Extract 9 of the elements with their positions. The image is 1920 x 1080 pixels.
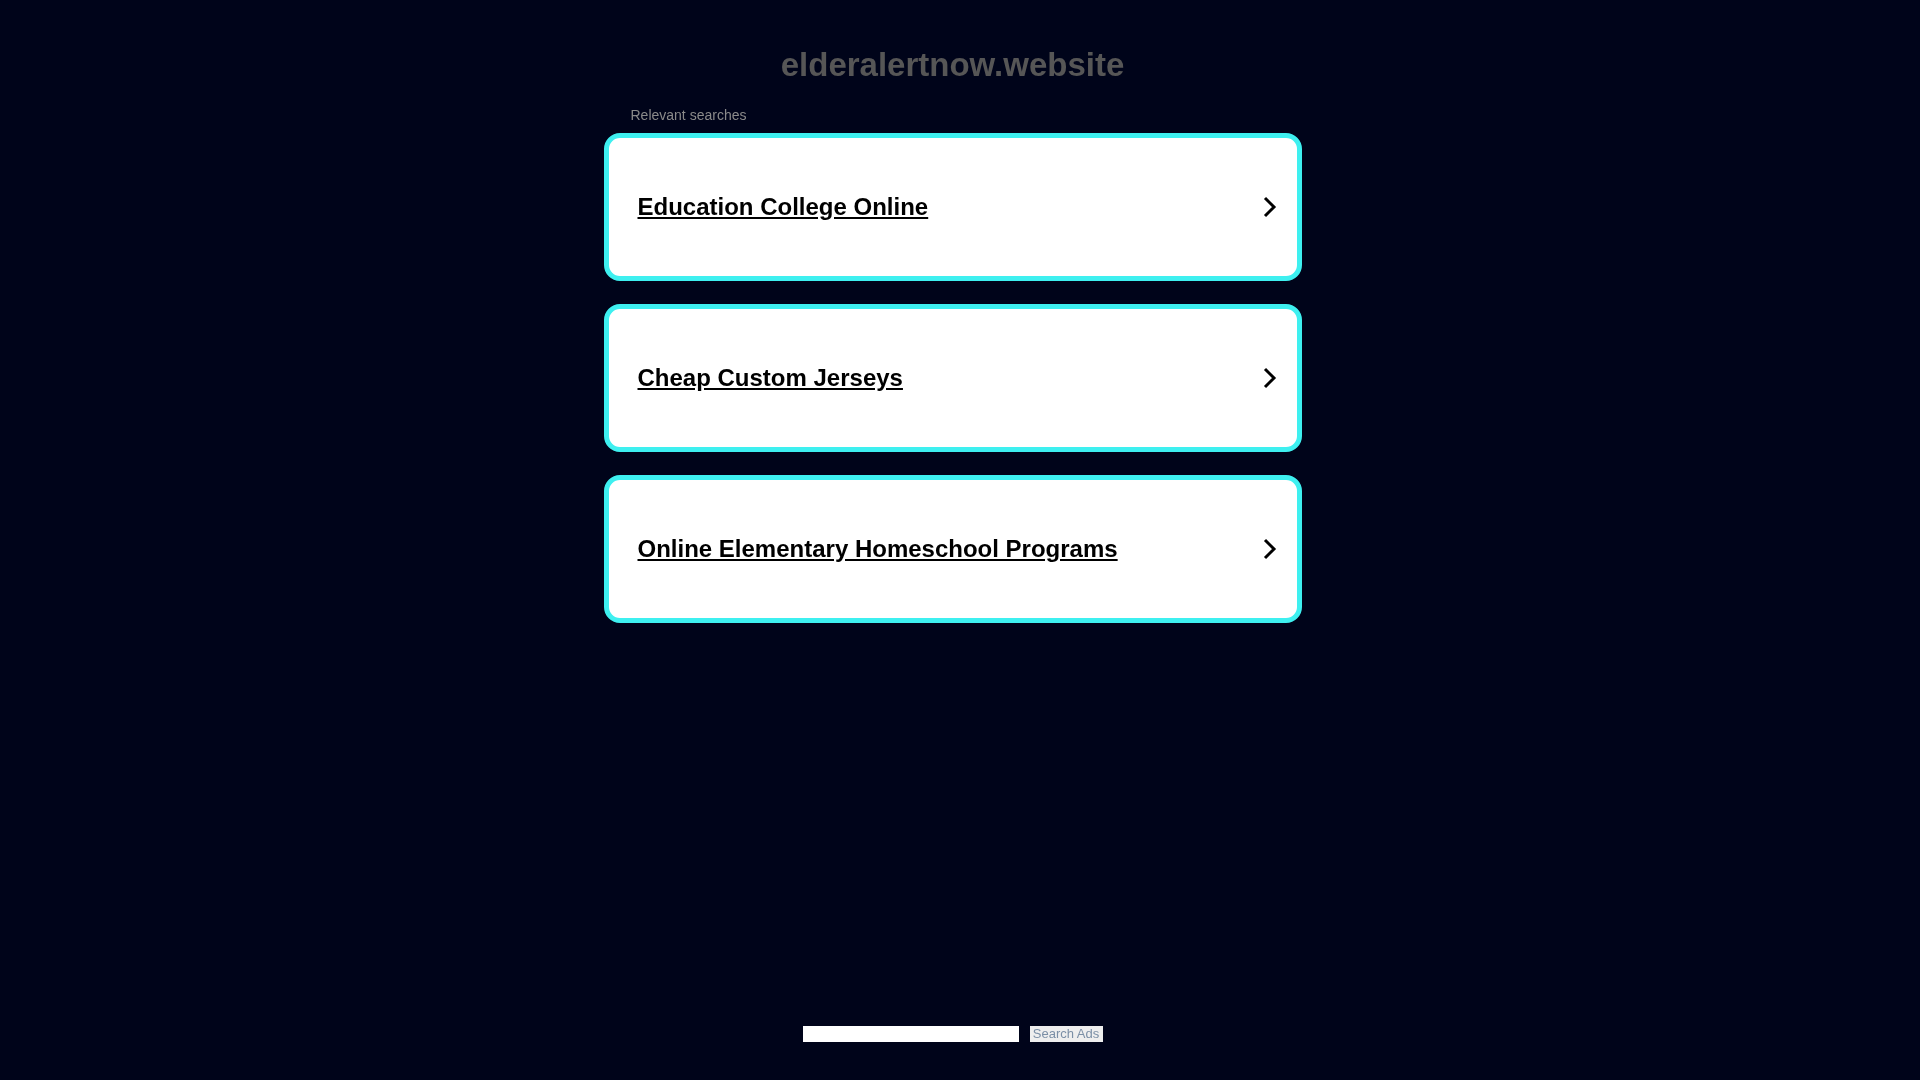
- chevron-right-icon: [1262, 367, 1277, 389]
- chevron-right-icon: [1262, 196, 1277, 218]
- search-result-link[interactable]: Cheap Custom Jerseys: [603, 304, 1302, 452]
- search-result-link[interactable]: Online Elementary Homeschool Programs: [603, 475, 1302, 623]
- search-input[interactable]: [802, 1026, 1019, 1042]
- chevron-right-icon: [1262, 538, 1277, 560]
- search-result-link[interactable]: Education College Online: [603, 133, 1302, 281]
- site-title: elderalertnow.website: [780, 45, 1125, 85]
- section-label: Relevant searches: [630, 107, 748, 123]
